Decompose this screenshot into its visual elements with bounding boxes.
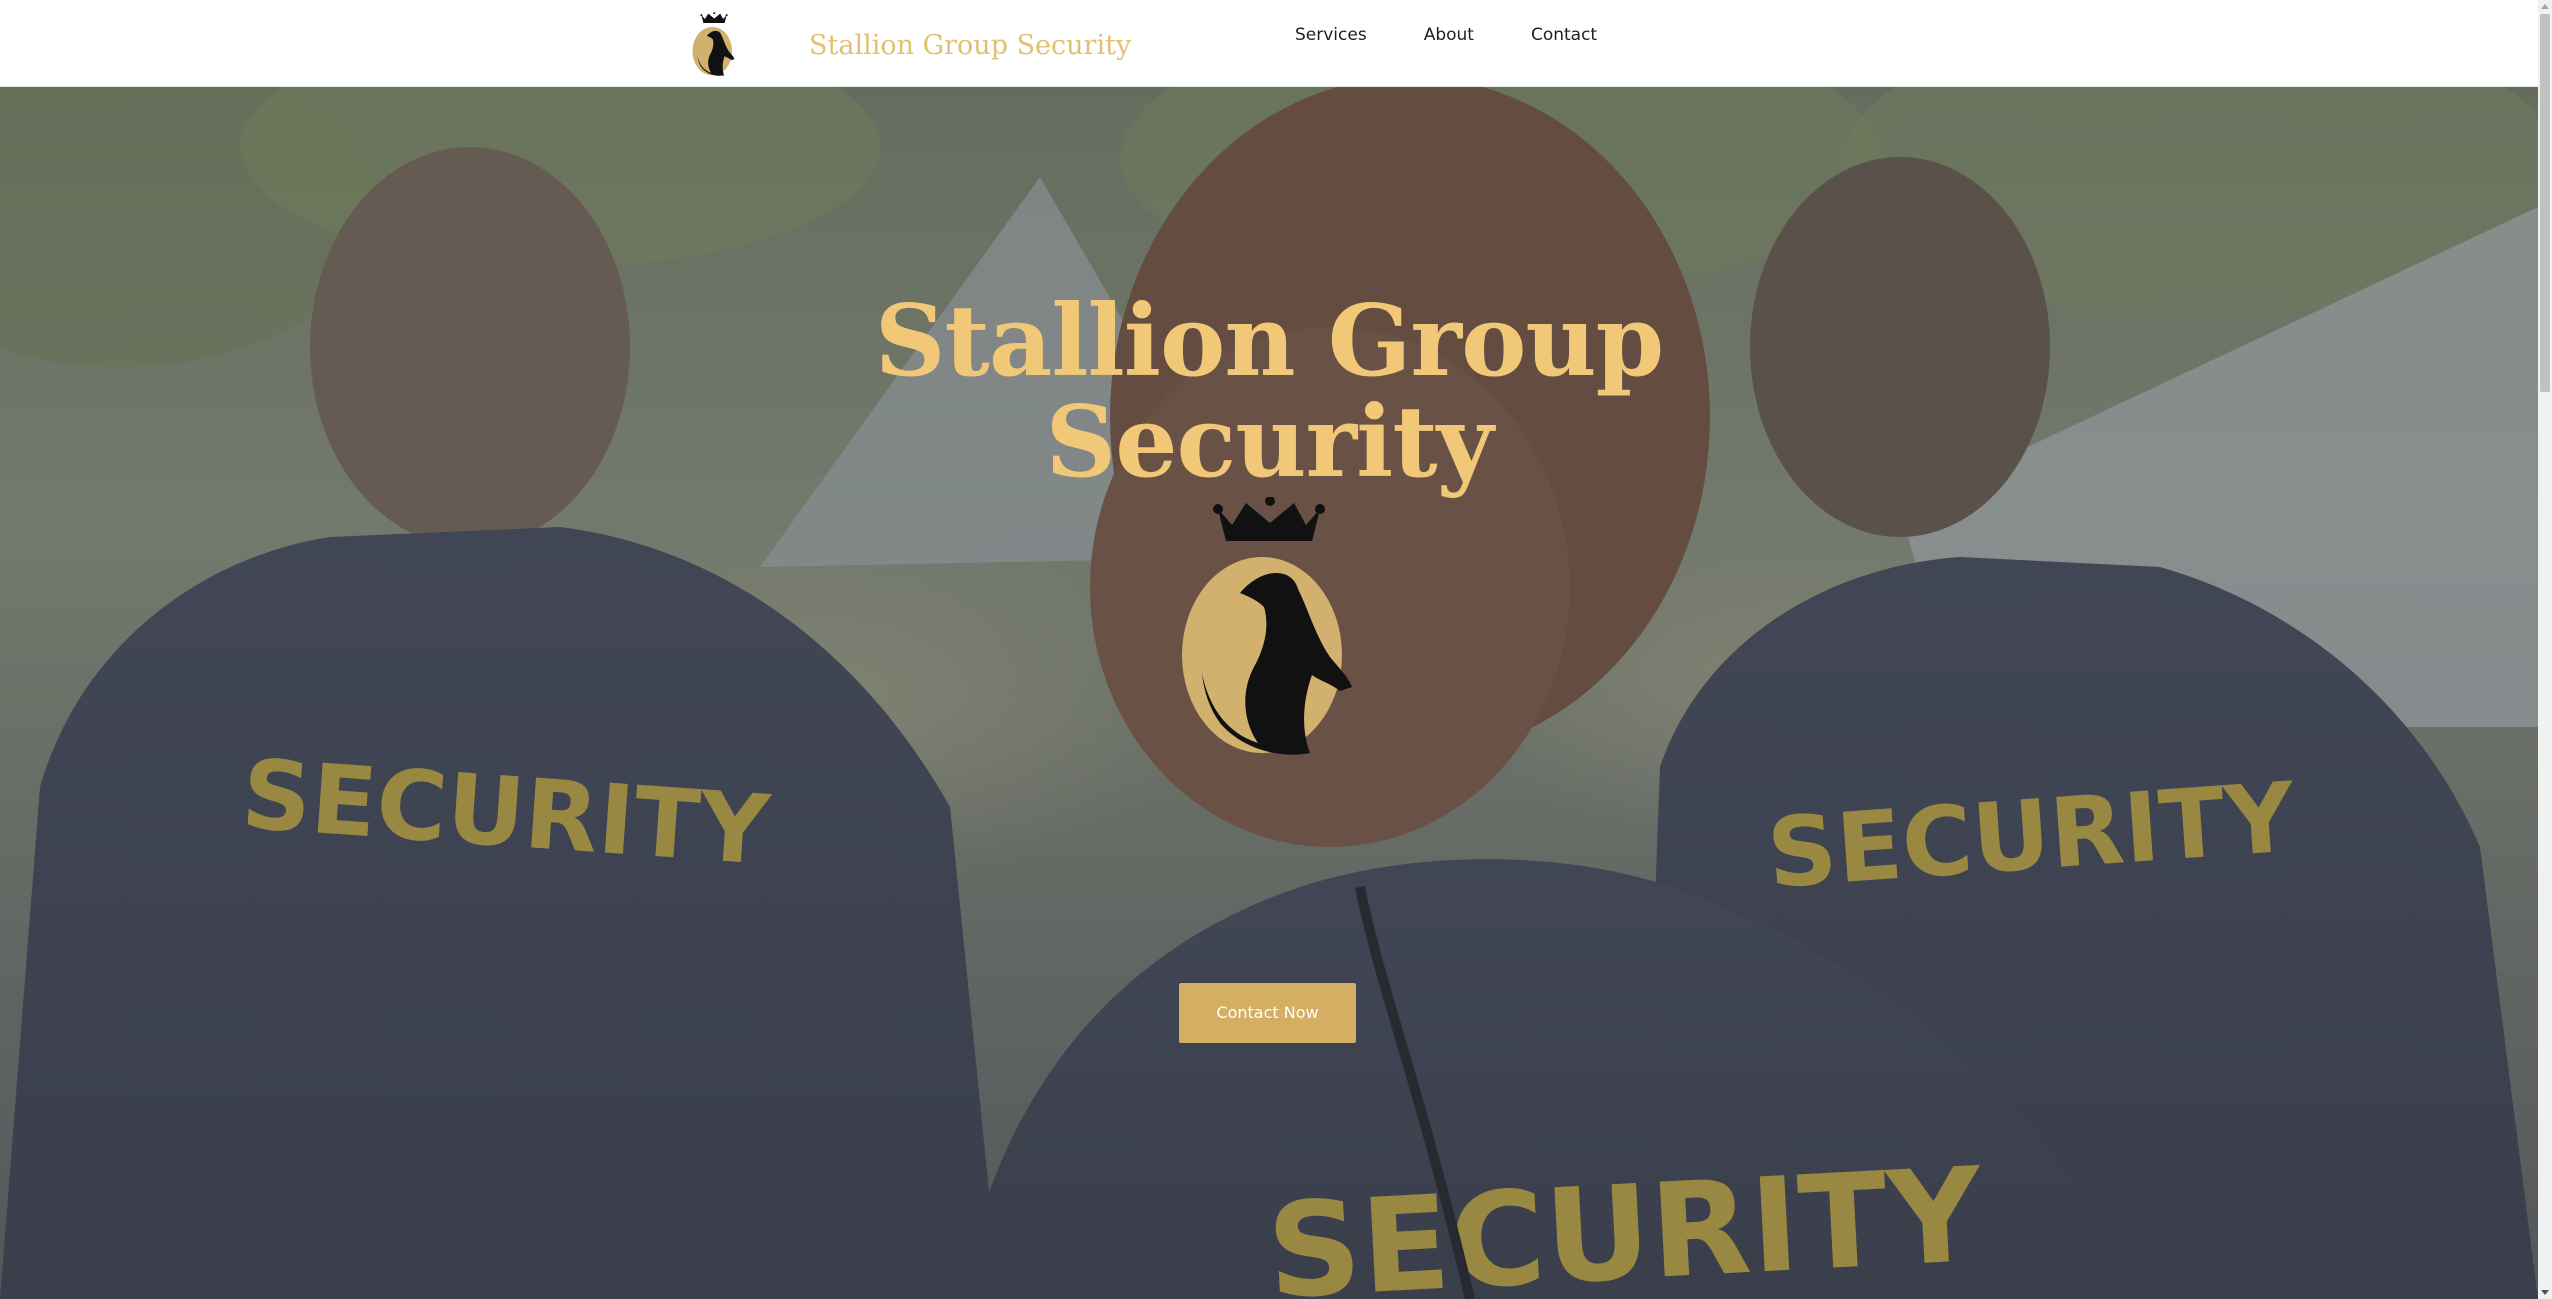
nav-about[interactable]: About [1424, 25, 1474, 45]
page-scrollbar[interactable] [2538, 0, 2552, 1299]
hero-section: SECURITY SECURITY SECURITY Stallion Grou… [0, 87, 2538, 1299]
site-header: Stallion Group Security Services About C… [0, 0, 2538, 87]
scroll-up-arrow-icon[interactable] [2541, 4, 2549, 9]
page: Stallion Group Security Services About C… [0, 0, 2552, 1299]
brand-name[interactable]: Stallion Group Security [809, 30, 1131, 61]
nav-services[interactable]: Services [1295, 25, 1367, 45]
contact-now-button[interactable]: Contact Now [1179, 983, 1356, 1043]
hero-title-line2: Security [1045, 384, 1493, 500]
main-nav: Services About Contact [1295, 25, 1654, 45]
stallion-emblem-icon [1182, 497, 1352, 755]
scroll-down-arrow-icon[interactable] [2541, 1290, 2549, 1295]
hero-title: Stallion Group Security [769, 291, 1769, 493]
scroll-thumb[interactable] [2540, 14, 2550, 392]
nav-contact[interactable]: Contact [1531, 25, 1597, 45]
stallion-logo-icon[interactable] [692, 10, 736, 78]
hero-title-line1: Stallion Group [874, 283, 1664, 399]
